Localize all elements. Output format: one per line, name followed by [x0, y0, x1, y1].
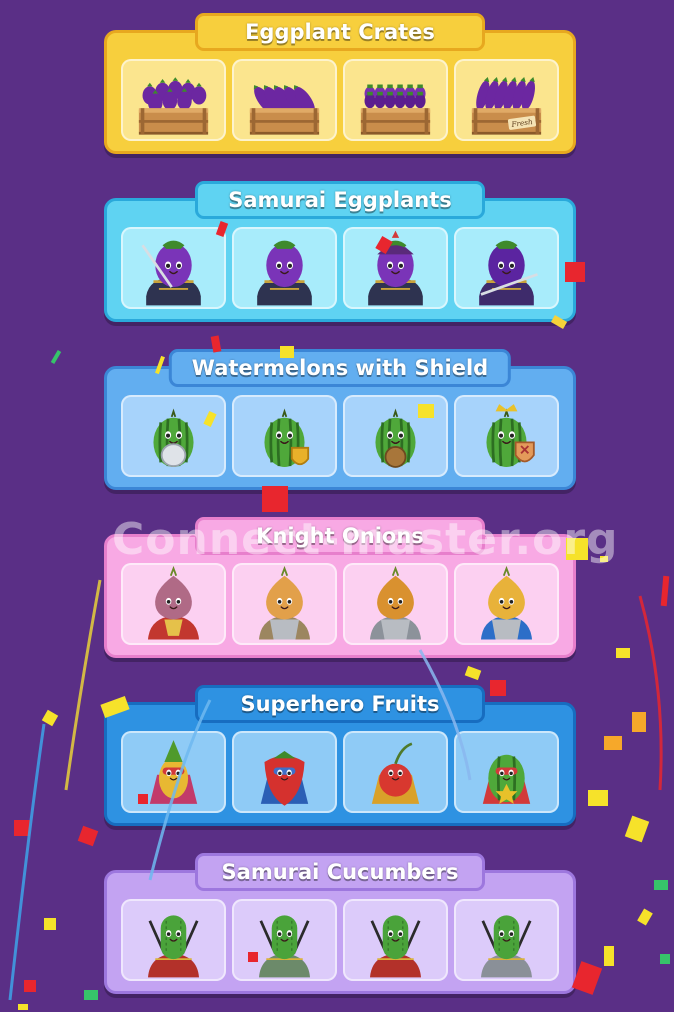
confetti-piece — [588, 790, 608, 806]
group-eggplant-crates: Eggplant Crates Fresh — [104, 13, 576, 154]
group-title: Watermelons with Shield — [168, 349, 512, 387]
item-onion-gold-armor[interactable] — [232, 563, 337, 645]
confetti-piece — [660, 954, 670, 964]
item-watermelon-crown-shield[interactable] — [454, 395, 559, 477]
confetti-piece — [24, 980, 36, 992]
group-title: Samurai Eggplants — [195, 181, 485, 219]
group-title: Superhero Fruits — [195, 685, 485, 723]
item-onion-red-cape[interactable] — [121, 563, 226, 645]
confetti-piece — [571, 961, 603, 995]
item-superhero-watermelon[interactable] — [454, 731, 559, 813]
item-superhero-pineapple[interactable] — [121, 731, 226, 813]
confetti-piece — [660, 575, 670, 607]
confetti-piece — [654, 880, 668, 890]
confetti-piece — [44, 918, 56, 930]
item-crate-heaped[interactable] — [121, 59, 226, 141]
group-samurai-eggplants: Samurai Eggplants — [104, 181, 576, 322]
item-samurai-eggplant-sword[interactable] — [121, 227, 226, 309]
confetti-piece — [77, 825, 99, 847]
item-superhero-cherry[interactable] — [343, 731, 448, 813]
confetti-piece — [637, 908, 653, 926]
item-watermelon-silver-shield[interactable] — [121, 395, 226, 477]
item-samurai-cucumber-green[interactable] — [232, 899, 337, 981]
item-onion-silver-armor[interactable] — [343, 563, 448, 645]
confetti-piece — [50, 349, 62, 365]
confetti-piece — [84, 990, 98, 1000]
confetti-piece — [14, 820, 30, 836]
item-samurai-eggplant-dark[interactable] — [454, 227, 559, 309]
confetti-piece — [632, 712, 646, 732]
item-samurai-cucumber-steel[interactable] — [454, 899, 559, 981]
item-samurai-eggplant-armored[interactable] — [232, 227, 337, 309]
confetti-ribbon — [8, 723, 46, 1001]
confetti-ribbon — [64, 579, 102, 791]
watermark: Connect-master.org — [112, 514, 619, 565]
confetti-piece — [604, 736, 622, 750]
confetti-piece — [464, 665, 482, 681]
confetti-piece — [604, 946, 614, 966]
confetti-piece — [18, 1004, 28, 1010]
confetti-ribbon — [638, 595, 663, 791]
item-crate-fresh[interactable]: Fresh — [454, 59, 559, 141]
group-watermelons-with-shield: Watermelons with Shield — [104, 349, 576, 490]
item-samurai-cucumber-red[interactable] — [121, 899, 226, 981]
item-watermelon-gold-shield[interactable] — [232, 395, 337, 477]
group-title: Eggplant Crates — [195, 13, 485, 51]
item-crate-tiered[interactable] — [343, 59, 448, 141]
group-title: Samurai Cucumbers — [195, 853, 485, 891]
item-samurai-eggplant-helmet[interactable] — [343, 227, 448, 309]
confetti-piece — [616, 648, 630, 658]
confetti-piece — [624, 815, 650, 843]
confetti-piece — [41, 709, 59, 727]
item-crate-diagonal[interactable] — [232, 59, 337, 141]
group-superhero-fruits: Superhero Fruits — [104, 685, 576, 826]
item-superhero-strawberry[interactable] — [232, 731, 337, 813]
group-samurai-cucumbers: Samurai Cucumbers — [104, 853, 576, 994]
item-watermelon-round-shield[interactable] — [343, 395, 448, 477]
confetti-piece — [490, 680, 506, 696]
item-samurai-cucumber-crimson[interactable] — [343, 899, 448, 981]
item-onion-blue-cape[interactable] — [454, 563, 559, 645]
